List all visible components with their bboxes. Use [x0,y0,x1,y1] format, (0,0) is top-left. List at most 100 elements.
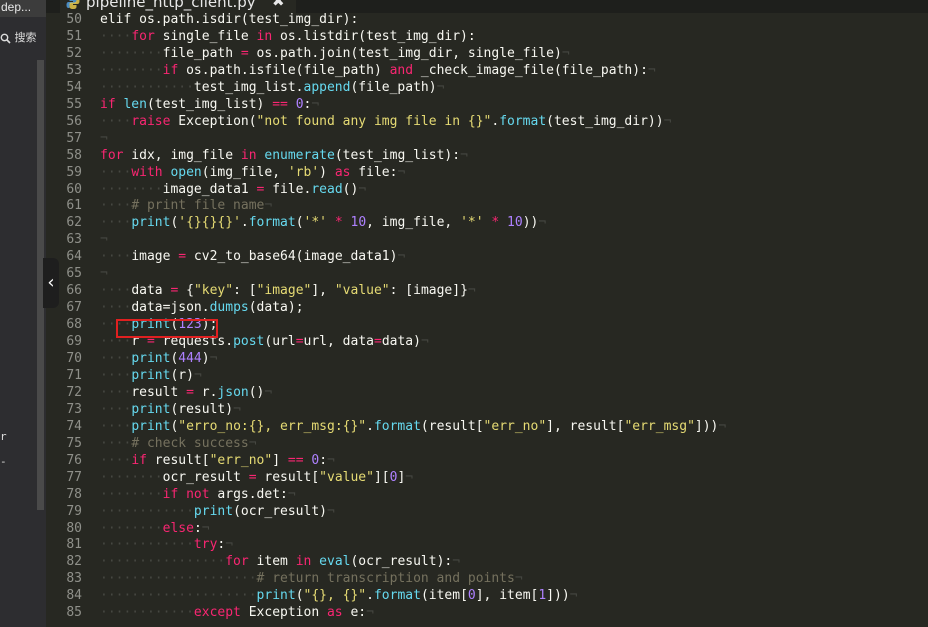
code-text: ····print("erro_no:{}, err_msg:{}".forma… [100,418,726,435]
code-line[interactable]: 60 ········image_data1 = file.read()¬ [46,181,928,198]
code-line[interactable]: 58 for idx, img_file in enumerate(test_im… [46,147,928,164]
code-token: len [123,96,147,112]
code-text: ····# print file name¬ [100,197,272,214]
code-token: url, data [303,334,374,350]
code-line[interactable]: 81 ············try:¬ [46,536,928,553]
code-line[interactable]: 85 ············except Exception as e:¬ [46,604,928,621]
code-line[interactable]: 84 ····················print("{}, {}".for… [46,587,928,604]
code-line[interactable]: 79 ············print(ocr_result)¬ [46,503,928,520]
line-number: 73 [66,401,82,417]
code-token: ¬ [100,266,108,282]
code-line[interactable]: 80 ········else:¬ [46,520,928,537]
side-panel-tab[interactable]: dep... [0,0,46,17]
code-token: ¬ [264,198,273,214]
code-text: if len(test_img_list) == 0:¬ [100,96,319,113]
code-editor[interactable]: 50 elif os.path.isdir(test_img_dir): 51 ···… [46,13,928,627]
code-line[interactable]: 57 ¬ [46,130,928,147]
code-text: ····data=json.dumps(data); [100,299,304,316]
code-line[interactable]: 63 ¬ [46,231,928,248]
code-line[interactable]: 52 ········file_path = os.path.join(test_… [46,45,928,62]
code-line[interactable]: 54 ············test_img_list.append(file_… [46,79,928,96]
code-token: (img_file, [201,164,288,180]
code-token: 10 [350,215,367,231]
code-token: elif os.path.isdir(test_img_dir): [100,13,359,27]
code-token: dumps [209,300,249,316]
line-number: 82 [66,554,82,570]
code-line[interactable]: 71 ····print(r)¬ [46,367,928,384]
code-line[interactable]: 75 ····# check success¬ [46,435,928,452]
code-line[interactable]: 50 elif os.path.isdir(test_img_dir): [46,13,928,28]
search-button[interactable]: 搜索 [0,28,46,48]
code-line[interactable]: 53 ········if os.path.isfile(file_path) a… [46,62,928,79]
code-token: ¬ [233,401,241,417]
code-text: ····print(result)¬ [100,401,241,418]
code-token: 0 [467,588,476,604]
code-token: ···· [100,300,132,316]
code-token: . [240,215,249,231]
code-line[interactable]: 76 ····if result["err_no"] == 0:¬ [46,452,928,469]
code-line[interactable]: 56 ····raise Exception("not found any img… [46,113,928,130]
code-token: ¬ [718,418,727,434]
chevron-left-icon: ‹ [47,272,55,293]
code-token: ········ [100,520,163,536]
code-token: format [373,418,421,434]
code-text: elif os.path.isdir(test_img_dir): [100,13,358,28]
code-token: (result[ [420,418,484,434]
code-token: ( [295,588,304,604]
code-token: append [303,79,351,95]
code-line[interactable]: 73 ····print(result)¬ [46,401,928,418]
code-token: ¬ [201,520,210,536]
code-token: '*' [460,215,484,231]
code-line[interactable]: 74 ····print("erro_no:{}, err_msg:{}".for… [46,418,928,435]
code-line[interactable]: 55 if len(test_img_list) == 0:¬ [46,96,928,113]
tab-pipeline-http-client[interactable]: pipeline_http_client.py ✖ [60,0,296,13]
code-token: "err_no" [209,452,273,468]
code-token: file_path [162,45,241,61]
code-line[interactable]: 83 ····················# return transcrip… [46,570,928,587]
code-line[interactable]: 64 ····image = cv2_to_base64(image_data1)… [46,248,928,265]
code-line[interactable]: 62 ····print('{}{}{}'.format('*' * 10, im… [46,214,928,231]
code-token: (item[ [420,588,468,604]
code-token: )) [522,215,539,231]
line-number: 85 [66,605,82,621]
code-line[interactable]: 82 ················for item in eval(ocr_r… [46,553,928,570]
code-token: ········ [100,486,163,502]
code-token: ¬ [467,283,476,299]
line-number: 52 [66,45,82,61]
close-tab-icon[interactable]: ✖ [272,0,285,10]
code-text: ············except Exception as e:¬ [100,604,374,621]
code-token: "err_no" [483,418,547,434]
line-number: 58 [66,147,82,163]
code-line[interactable]: 51 ····for single_file in os.listdir(test… [46,28,928,45]
code-token: data) [381,334,421,350]
code-token: ············ [100,79,194,95]
code-token: (r) [170,367,194,383]
code-token: = [248,469,257,485]
code-line[interactable]: 59 ····with open(img_file, 'rb') as file:… [46,164,928,181]
code-token: and [389,62,414,78]
line-number: 57 [66,130,82,146]
code-token: = [178,249,187,265]
code-line[interactable]: 70 ····print(444)¬ [46,350,928,367]
code-text: ¬ [100,265,108,282]
code-token: (test_img_dir)) [546,113,664,129]
code-line[interactable]: 61 ····# print file name¬ [46,197,928,214]
code-line[interactable]: 67 ····data=json.dumps(data); [46,299,928,316]
code-token: ········ [100,181,163,197]
code-text: for idx, img_file in enumerate(test_img_… [100,147,468,164]
code-line[interactable]: 77 ········ocr_result = result["value"][0… [46,469,928,486]
line-number: 54 [66,79,82,95]
code-token: ···· [100,418,132,434]
code-line[interactable]: 65 ¬ [46,265,928,282]
code-token: image_data1 [162,181,257,197]
code-line[interactable]: 72 ····result = r.json()¬ [46,384,928,401]
collapse-panel-button[interactable]: ‹ [43,258,59,308]
code-line[interactable]: 78 ········if not args.det:¬ [46,486,928,503]
code-token: == [272,96,288,112]
line-number: 60 [66,181,82,197]
code-token: ( [295,215,304,231]
line-number: 71 [66,367,82,383]
code-text: ¬ [100,130,108,147]
code-token: . [366,588,374,604]
code-line[interactable]: 66 ····data = {"key": ["image"], "value":… [46,282,928,299]
